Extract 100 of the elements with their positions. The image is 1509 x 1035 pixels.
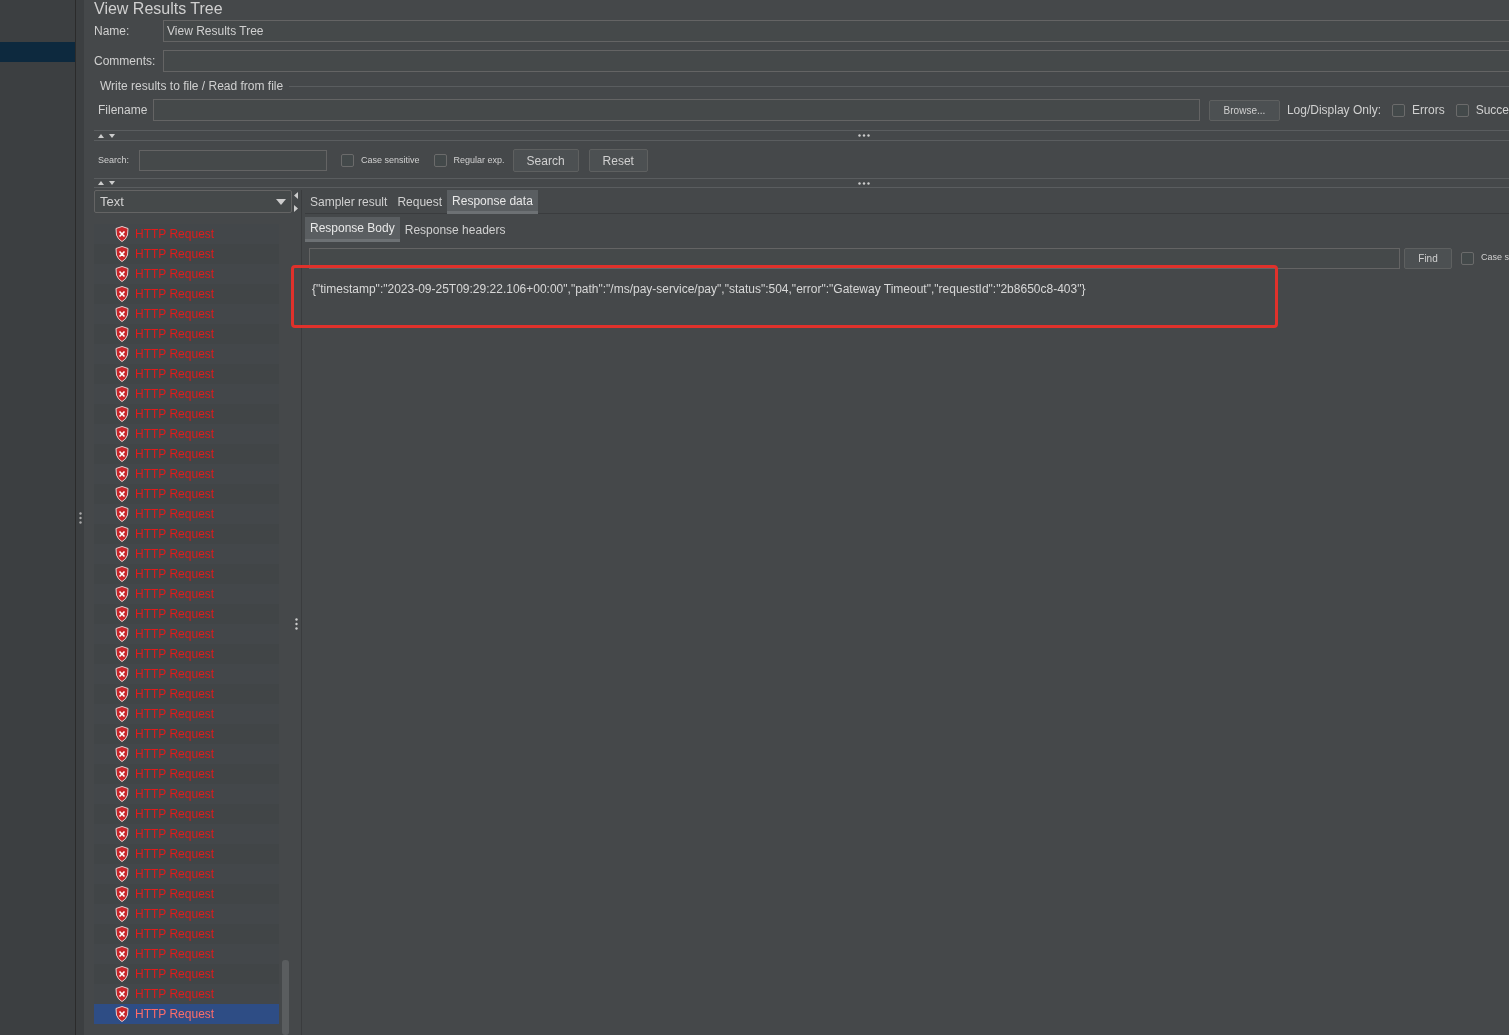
checkbox[interactable]: [341, 154, 354, 167]
sample-row[interactable]: HTTP Request: [94, 324, 279, 344]
sample-row[interactable]: HTTP Request: [94, 564, 279, 584]
collapse-arrows-icon[interactable]: [294, 192, 299, 212]
sample-row[interactable]: HTTP Request: [94, 444, 279, 464]
sample-label: HTTP Request: [135, 326, 215, 343]
checkbox[interactable]: [1461, 251, 1474, 265]
sample-label: HTTP Request: [135, 766, 215, 783]
sample-row[interactable]: HTTP Request: [94, 724, 279, 744]
sample-row[interactable]: HTTP Request: [94, 524, 279, 544]
search-field[interactable]: [139, 150, 327, 171]
sample-row[interactable]: HTTP Request: [94, 604, 279, 624]
browse-button[interactable]: Browse...: [1209, 99, 1280, 121]
sample-label: HTTP Request: [135, 306, 215, 323]
error-shield-icon: [115, 346, 129, 362]
error-shield-icon: [115, 786, 129, 802]
splitter-handle-icon[interactable]: [295, 617, 298, 630]
field-label: Name:: [94, 23, 131, 40]
search-bar-button[interactable]: Search: [512, 149, 579, 172]
sample-label: HTTP Request: [135, 506, 215, 523]
tab[interactable]: Response headers: [399, 217, 511, 242]
error-shield-icon: [115, 986, 129, 1002]
sample-row[interactable]: HTTP Request: [94, 404, 279, 424]
error-shield-icon: [115, 1006, 129, 1022]
checkbox[interactable]: [1455, 103, 1469, 117]
error-shield-icon: [115, 466, 129, 482]
sample-label: HTTP Request: [135, 386, 215, 403]
tab[interactable]: Response data: [447, 190, 538, 214]
sample-row[interactable]: HTTP Request: [94, 684, 279, 704]
sample-label: HTTP Request: [135, 906, 215, 923]
filename-field[interactable]: [152, 99, 1200, 121]
sample-row[interactable]: HTTP Request: [94, 1004, 279, 1024]
sample-label: HTTP Request: [135, 446, 215, 463]
error-shield-icon: [115, 366, 129, 382]
error-shield-icon: [115, 886, 129, 902]
error-shield-icon: [115, 906, 129, 922]
sample-row[interactable]: HTTP Request: [94, 924, 279, 944]
sample-label: HTTP Request: [135, 826, 215, 843]
splitter-handle-icon[interactable]: [78, 511, 82, 524]
sample-row[interactable]: HTTP Request: [94, 884, 279, 904]
checkbox-label: Case sensitive: [361, 153, 420, 167]
splitter-handle-icon[interactable]: [858, 181, 870, 185]
error-shield-icon: [115, 706, 129, 722]
find-field[interactable]: [309, 247, 1401, 269]
error-shield-icon: [115, 386, 129, 402]
sample-label: HTTP Request: [135, 406, 215, 423]
sample-row[interactable]: HTTP Request: [94, 844, 279, 864]
error-shield-icon: [115, 586, 129, 602]
sample-label: HTTP Request: [135, 846, 215, 863]
sample-label: HTTP Request: [135, 666, 215, 683]
checkbox[interactable]: [433, 154, 447, 167]
sample-label: HTTP Request: [135, 266, 215, 283]
sample-label: HTTP Request: [135, 366, 215, 383]
collapse-arrows-icon[interactable]: [98, 180, 118, 186]
checkbox-label: Errors: [1411, 102, 1445, 119]
response-body-text: {"timestamp":"2023-09-25T09:29:22.106+00:00","path":"/ms/pay-service/pay","status":504,"error":"Gateway Timeout","requestId":"2b8650c8-403"}: [312, 281, 1087, 298]
tab[interactable]: Response Body: [305, 217, 400, 242]
collapse-arrows-icon[interactable]: [98, 132, 118, 139]
error-shield-icon: [115, 666, 129, 682]
tab[interactable]: Sampler result: [305, 190, 393, 214]
tab[interactable]: Request: [392, 190, 448, 214]
renderer-dropdown[interactable]: Text: [94, 190, 292, 213]
error-shield-icon: [115, 946, 129, 962]
error-shield-icon: [115, 746, 129, 762]
error-shield-icon: [115, 866, 129, 882]
sample-row[interactable]: HTTP Request: [94, 764, 279, 784]
sample-label: HTTP Request: [135, 546, 215, 563]
error-shield-icon: [115, 506, 129, 522]
sample-label: HTTP Request: [135, 286, 215, 303]
field-label: Filename: [98, 102, 149, 119]
sample-label: HTTP Request: [135, 986, 215, 1003]
sample-row[interactable]: HTTP Request: [94, 804, 279, 824]
sample-label: HTTP Request: [135, 1006, 215, 1023]
sample-label: HTTP Request: [135, 706, 215, 723]
splitter-handle-icon[interactable]: [858, 134, 870, 137]
search-bar-button[interactable]: Reset: [588, 149, 648, 172]
sample-row[interactable]: HTTP Request: [94, 244, 279, 264]
sample-label: HTTP Request: [135, 866, 215, 883]
sample-label: HTTP Request: [135, 226, 215, 243]
error-shield-icon: [115, 246, 129, 262]
selected-tree-row[interactable]: [0, 42, 75, 62]
sample-label: HTTP Request: [135, 246, 215, 263]
sample-row[interactable]: HTTP Request: [94, 964, 279, 984]
sample-label: HTTP Request: [135, 426, 215, 443]
checkbox[interactable]: [1391, 103, 1405, 117]
sample-label: HTTP Request: [135, 926, 215, 943]
sample-row[interactable]: HTTP Request: [94, 644, 279, 664]
sample-row[interactable]: HTTP Request: [94, 364, 279, 384]
sample-label: HTTP Request: [135, 486, 215, 503]
sample-row[interactable]: HTTP Request: [94, 484, 279, 504]
error-shield-icon: [115, 226, 129, 242]
error-shield-icon: [115, 726, 129, 742]
sample-label: HTTP Request: [135, 646, 215, 663]
name-field[interactable]: View Results Tree: [163, 20, 1509, 42]
error-shield-icon: [115, 806, 129, 822]
comments-field[interactable]: [163, 50, 1509, 72]
sample-row[interactable]: HTTP Request: [94, 284, 279, 304]
find-button[interactable]: Find: [1404, 247, 1452, 269]
sample-label: HTTP Request: [135, 946, 215, 963]
error-shield-icon: [115, 426, 129, 442]
